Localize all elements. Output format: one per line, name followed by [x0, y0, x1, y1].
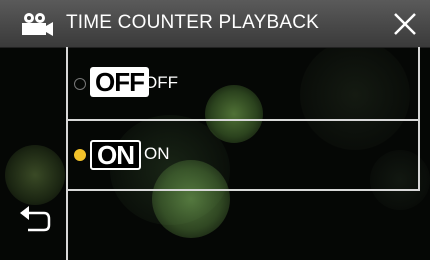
- return-arrow-icon[interactable]: [18, 205, 52, 233]
- playback-settings-screen: TIME COUNTER PLAYBACK OFF OFF ON ON: [0, 0, 430, 260]
- close-icon[interactable]: [392, 11, 418, 37]
- option-off-label: OFF: [144, 73, 178, 92]
- title-bar: TIME COUNTER PLAYBACK: [0, 0, 430, 48]
- radio-unselected-icon: [74, 78, 86, 90]
- option-on[interactable]: ON ON: [68, 121, 418, 189]
- video-camera-icon: [22, 13, 53, 36]
- background-bokeh: [5, 145, 65, 205]
- off-badge: OFF: [90, 67, 149, 97]
- radio-selected-icon: [74, 149, 86, 161]
- page-title: TIME COUNTER PLAYBACK: [66, 12, 319, 33]
- option-on-label: ON: [144, 144, 170, 163]
- option-off[interactable]: OFF OFF: [68, 50, 418, 118]
- on-badge: ON: [90, 140, 141, 170]
- row-divider: [66, 189, 420, 191]
